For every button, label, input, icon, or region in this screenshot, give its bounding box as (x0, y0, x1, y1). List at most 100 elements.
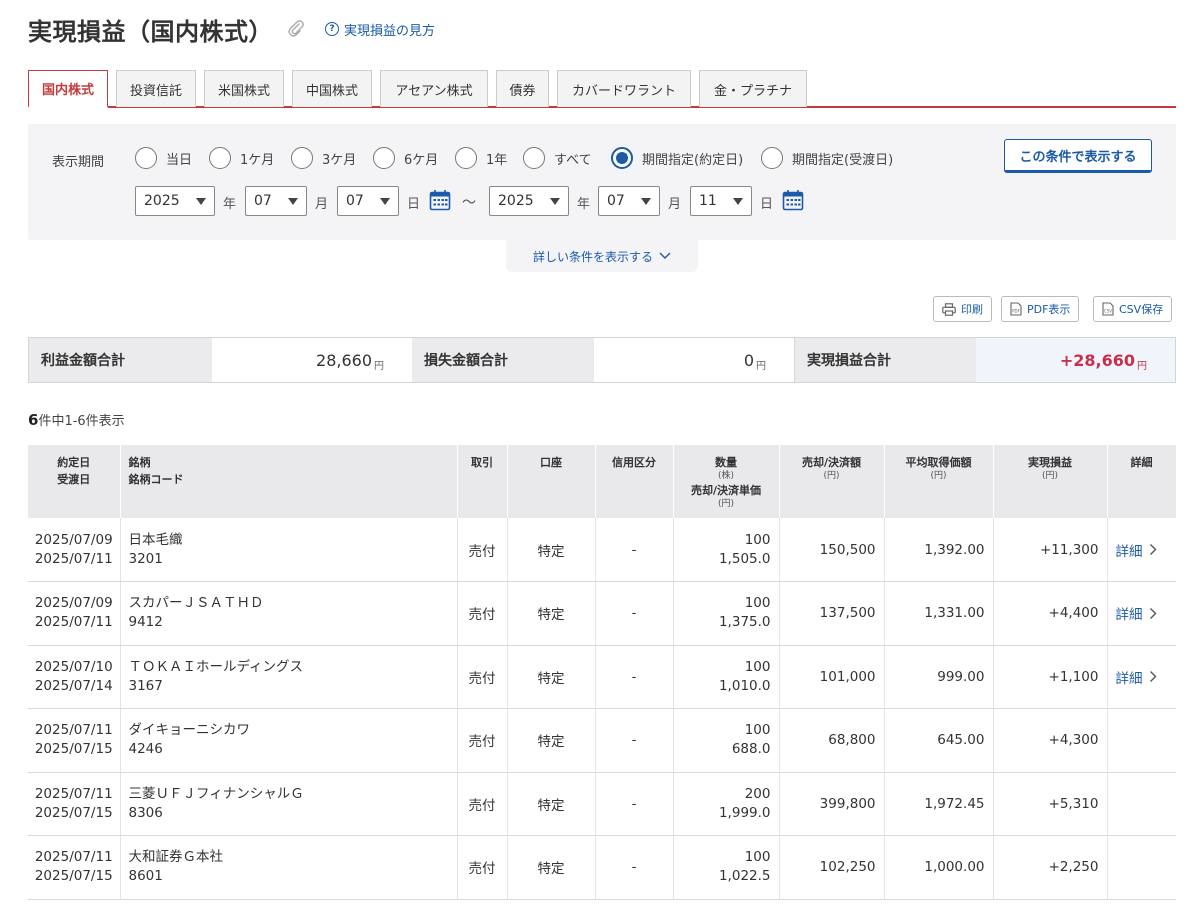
to-year-select[interactable]: 2025 (489, 186, 569, 216)
date-cell: 2025/07/10 2025/07/14 (28, 645, 121, 709)
realized-pl: +11,300 (993, 518, 1108, 582)
qty-price-cell: 100 688.0 (673, 708, 780, 773)
to-day-unit: 日 (760, 197, 774, 212)
avg-cost: 645.00 (884, 708, 994, 773)
radio-all[interactable]: すべて (523, 147, 592, 169)
stock-cell: スカパーＪＳＡＴＨＤ 9412 (120, 581, 458, 646)
quantity: 100 (744, 849, 771, 866)
settle-date: 2025/07/15 (34, 868, 113, 885)
settle-date: 2025/07/14 (34, 677, 113, 694)
settle-date: 2025/07/11 (34, 550, 113, 567)
pdf-file-icon: PDF (1010, 302, 1022, 316)
table-row: 2025/07/09 2025/07/11 日本毛織 3201 売付 特定 - 100 1,50… (28, 518, 1176, 582)
col-amount: 売却/決済額 (円) (779, 445, 885, 518)
col-credit: 信用区分 (595, 445, 674, 518)
svg-text:CSV: CSV (1104, 309, 1112, 314)
page-header: 実現損益（国内株式） ? 実現損益の見方 (28, 12, 435, 46)
trade-type: 売付 (457, 518, 508, 582)
credit-type: - (595, 708, 674, 773)
trade-date: 2025/07/09 (34, 595, 113, 612)
radio-range-settle-date[interactable]: 期間指定(受渡日) (761, 147, 893, 169)
tab-china-stocks[interactable]: 中国株式 (292, 70, 372, 107)
printer-icon (942, 302, 956, 316)
radio-1year[interactable]: 1年 (455, 147, 507, 169)
radio-1month[interactable]: 1ケ月 (209, 147, 274, 169)
detail-link[interactable]: 詳細 (1116, 667, 1157, 687)
stock-cell: 日本毛織 3201 (120, 518, 458, 582)
from-day-select[interactable]: 07 (337, 186, 399, 216)
stock-code: 3167 (128, 677, 163, 694)
product-tabs: 国内株式 投資信託 米国株式 中国株式 アセアン株式 債券 カバードワラント 金… (28, 70, 1176, 108)
tab-covered-warrants[interactable]: カバードワラント (557, 70, 691, 107)
from-month-select[interactable]: 07 (245, 186, 307, 216)
to-day-select[interactable]: 11 (690, 186, 752, 216)
qty-price-cell: 100 1,375.0 (673, 581, 780, 646)
qty-price-cell: 100 1,010.0 (673, 645, 780, 709)
sell-price: 1,022.5 (718, 868, 771, 885)
stock-name: スカパーＪＳＡＴＨＤ (128, 595, 264, 612)
tab-asean-stocks[interactable]: アセアン株式 (380, 70, 488, 107)
help-link[interactable]: ? 実現損益の見方 (325, 20, 435, 39)
print-button[interactable]: 印刷 (933, 296, 992, 322)
realized-pl: +1,100 (993, 645, 1108, 709)
chevron-right-icon (1149, 544, 1156, 555)
tab-domestic-stocks[interactable]: 国内株式 (28, 70, 108, 108)
credit-type: - (595, 581, 674, 646)
tab-investment-trusts[interactable]: 投資信託 (116, 70, 196, 107)
quantity: 100 (744, 722, 771, 739)
radio-range-trade-date[interactable]: 期間指定(約定日) (611, 147, 743, 169)
apply-filter-button[interactable]: この条件で表示する (1004, 139, 1152, 173)
radio-6months[interactable]: 6ケ月 (373, 147, 438, 169)
sell-price: 688.0 (731, 741, 771, 758)
account-type: 特定 (507, 645, 596, 709)
trade-date: 2025/07/11 (34, 785, 113, 802)
paperclip-icon[interactable] (287, 19, 305, 39)
realized-total-label: 実現損益合計 (794, 338, 976, 382)
from-calendar-icon[interactable] (429, 189, 451, 211)
pdf-button[interactable]: PDF PDF表示 (1001, 296, 1080, 322)
table-row: 2025/07/11 2025/07/15 大和証券Ｇ本社 8601 売付 特定 -100 1… (28, 835, 1176, 900)
col-dates: 約定日 受渡日 (28, 445, 121, 518)
radio-3months[interactable]: 3ケ月 (291, 147, 356, 169)
to-calendar-icon[interactable] (782, 189, 804, 211)
sell-price: 1,010.0 (718, 677, 771, 694)
sell-price: 1,505.0 (718, 550, 771, 567)
loss-total-value: 0円 (743, 350, 766, 373)
from-day-unit: 日 (407, 197, 421, 212)
csv-file-icon: CSV (1102, 302, 1114, 316)
avg-cost: 1,972.45 (884, 772, 994, 836)
table-row: 2025/07/11 2025/07/15 三菱ＵＦＪフィナンシャルＧ 8306 売付特… (28, 772, 1176, 836)
realized-total-value: +28,660 円 (976, 338, 1175, 382)
realized-pl: +2,250 (993, 835, 1108, 900)
col-realized-pl: 実現損益 (円) (993, 445, 1108, 518)
avg-cost: 999.00 (884, 645, 994, 709)
account-type: 特定 (507, 835, 596, 900)
realized-pl: +4,400 (993, 581, 1108, 646)
detail-cell (1107, 835, 1176, 900)
trade-date: 2025/07/10 (34, 658, 113, 675)
radio-today[interactable]: 当日 (135, 147, 192, 169)
chevron-down-icon (659, 252, 671, 259)
date-cell: 2025/07/11 2025/07/15 (28, 772, 121, 836)
stock-cell: 三菱ＵＦＪフィナンシャルＧ 8306 (120, 772, 458, 836)
tab-us-stocks[interactable]: 米国株式 (204, 70, 284, 107)
tab-gold-platinum[interactable]: 金・プラチナ (699, 70, 807, 107)
tab-bonds[interactable]: 債券 (496, 70, 549, 107)
to-month-select[interactable]: 07 (598, 186, 660, 216)
csv-button[interactable]: CSV CSV保存 (1093, 296, 1173, 322)
detail-link[interactable]: 詳細 (1116, 603, 1157, 623)
credit-type: - (595, 645, 674, 709)
detail-conditions-toggle[interactable]: 詳しい条件を表示する (506, 240, 698, 272)
detail-link[interactable]: 詳細 (1116, 540, 1157, 560)
stock-code: 8601 (128, 868, 163, 885)
date-cell: 2025/07/09 2025/07/11 (28, 581, 121, 646)
from-year-select[interactable]: 2025 (135, 186, 215, 216)
table-header-row: 約定日 受渡日 銘柄 銘柄コード 取引 口座 信用区分 数量 (株) 売却/決済単価 (円… (28, 445, 1177, 518)
filter-panel: 表示期間 当日 1ケ月 3ケ月 6ケ月 1年 すべて 期間指定(約定日) 期間指… (28, 124, 1176, 240)
table-row: 2025/07/09 2025/07/11 スカパーＪＳＡＴＨＤ 9412 売付 特定 -1… (28, 581, 1176, 646)
to-year-unit: 年 (577, 197, 591, 212)
stock-cell: 大和証券Ｇ本社 8601 (120, 835, 458, 900)
quantity: 100 (744, 531, 771, 548)
qty-price-cell: 100 1,505.0 (673, 518, 780, 582)
settle-date: 2025/07/11 (34, 614, 113, 631)
